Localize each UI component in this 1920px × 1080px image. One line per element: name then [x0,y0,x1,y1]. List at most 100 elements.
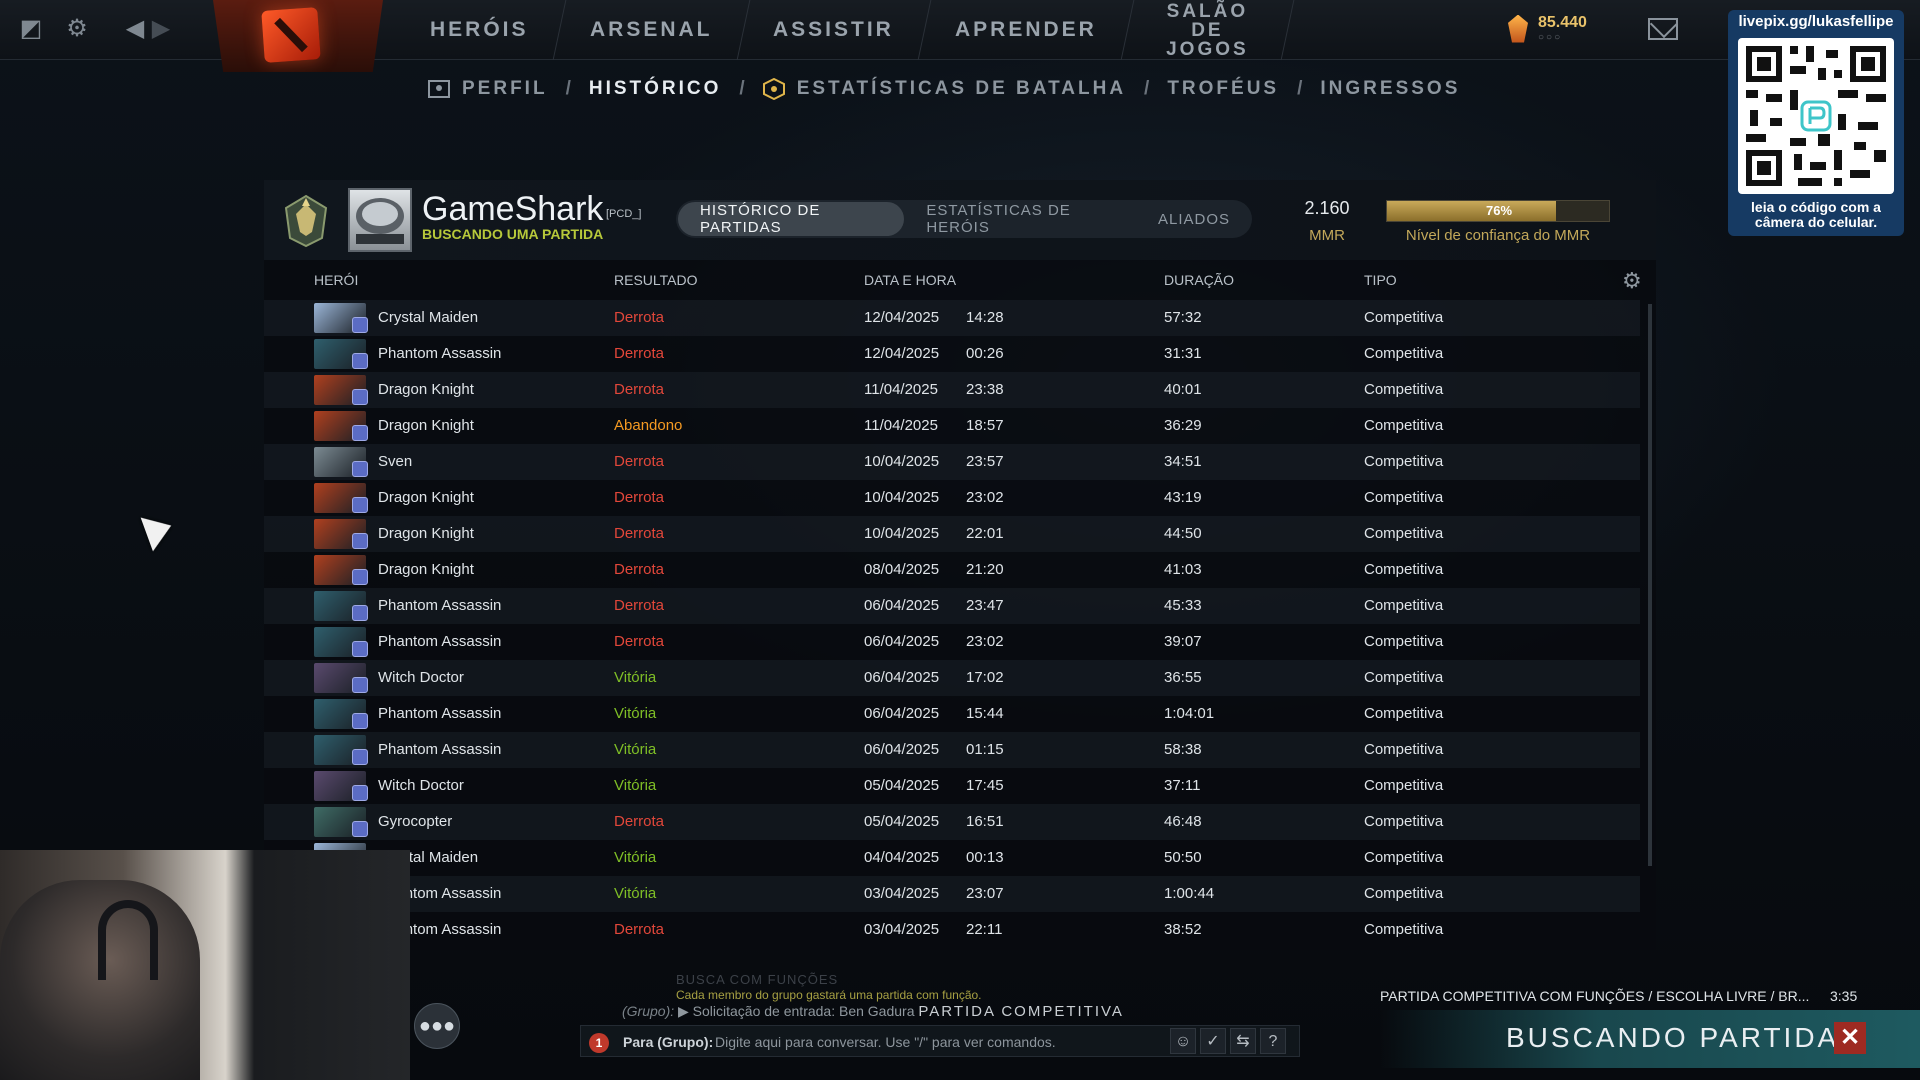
mmr-confidence-label: Nível de confiança do MMR [1405,227,1591,244]
table-row[interactable]: Dragon Knight Derrota 10/04/2025 22:01 44:50… [264,516,1640,552]
nav-aprender[interactable]: APRENDER [918,0,1135,60]
nav-arsenal[interactable]: ARSENAL [553,0,750,60]
table-row[interactable]: Phantom Assassin Derrota 12/04/2025 00:26 31… [264,336,1640,372]
dota-logo-button[interactable] [213,0,383,72]
table-row[interactable]: Dragon Knight Abandono 11/04/2025 18:57 36:2… [264,408,1640,444]
forward-arrow-icon[interactable]: ▶ [146,14,176,44]
hero-name: Phantom Assassin [378,345,502,362]
match-result: Vitória [614,885,657,902]
hero-name: Dragon Knight [378,561,474,578]
col-duracao[interactable]: DURAÇÃO [1164,272,1234,288]
match-type: Competitiva [1364,453,1444,470]
mail-icon[interactable] [1648,18,1678,40]
role-badge-icon [352,317,368,333]
match-date: 08/04/2025 [864,561,940,578]
match-type: Competitiva [1364,921,1444,938]
nav-herois[interactable]: HERÓIS [393,0,566,60]
col-heroi[interactable]: HERÓI [314,272,358,288]
match-time: 16:51 [966,813,1004,830]
tab-aliados[interactable]: ALIADOS [1136,202,1252,236]
table-row[interactable]: Phantom Assassin Vitória 06/04/2025 15:44 1:… [264,696,1640,732]
settings-gear-icon[interactable]: ⚙ [62,14,92,44]
cancel-search-button[interactable]: ✕ [1834,1022,1866,1054]
chatwheel-icon[interactable]: ⇆ [1230,1028,1256,1054]
subnav-perfil[interactable]: PERFIL [462,78,548,100]
player-status: BUSCANDO UMA PARTIDA [422,226,604,242]
table-row[interactable]: Phantom Assassin Vitória 03/04/2025 23:07 1:… [264,876,1640,912]
streamer-webcam [0,850,410,1080]
table-row[interactable]: Crystal Maiden Derrota 12/04/2025 14:28 57:3… [264,300,1640,336]
subnav-trofeus[interactable]: TROFÉUS [1167,78,1279,100]
role-badge-icon [352,677,368,693]
table-settings-gear-icon[interactable]: ⚙ [1622,270,1644,292]
match-time: 17:02 [966,669,1004,686]
avatar[interactable] [348,188,412,252]
table-row[interactable]: Phantom Assassin Derrota 03/04/2025 22:11 38… [264,912,1640,948]
table-row[interactable]: Dragon Knight Derrota 08/04/2025 21:20 41:03… [264,552,1640,588]
match-type: Competitiva [1364,381,1444,398]
profile-card-icon [428,80,450,98]
mmr-confidence-bar: 76% [1386,200,1610,222]
table-row[interactable]: Gyrocopter Derrota 05/04/2025 16:51 46:48 Com… [264,804,1640,840]
match-date: 10/04/2025 [864,453,940,470]
table-row[interactable]: Witch Doctor Vitória 05/04/2025 17:45 37:11 C… [264,768,1640,804]
nav-assistir[interactable]: ASSISTIR [736,0,932,60]
match-result: Derrota [614,345,665,362]
party-button[interactable]: ●●● [414,1003,460,1049]
role-badge-icon [352,425,368,441]
subnav-historico[interactable]: HISTÓRICO [589,78,722,100]
table-row[interactable]: Phantom Assassin Derrota 06/04/2025 23:47 45… [264,588,1640,624]
role-badge-icon [352,389,368,405]
shards-balance[interactable]: 85.440 ○○○ [1508,14,1587,43]
table-row[interactable]: Witch Doctor Vitória 06/04/2025 17:02 36:55 C… [264,660,1640,696]
col-data-e-hora[interactable]: DATA E HORA [864,272,956,288]
table-row[interactable]: Dragon Knight Derrota 10/04/2025 23:02 43:19… [264,480,1640,516]
match-time: 22:11 [966,921,1003,938]
role-badge-icon [352,533,368,549]
col-resultado[interactable]: RESULTADO [614,272,698,288]
match-date: 06/04/2025 [864,669,940,686]
subnav-estatisticas-de-batalha[interactable]: ESTATÍSTICAS DE BATALHA [797,78,1126,100]
match-type: Competitiva [1364,525,1444,542]
match-date: 06/04/2025 [864,633,940,650]
emoji-icon[interactable]: ☺ [1170,1028,1196,1054]
table-row[interactable]: Phantom Assassin Vitória 06/04/2025 01:15 58… [264,732,1640,768]
chat-target[interactable]: Para (Grupo): [623,1034,713,1050]
subnav-separator: / [1144,78,1150,99]
match-time: 23:02 [966,633,1004,650]
dota-plus-icon[interactable]: ◩ [16,14,46,44]
match-duration: 44:50 [1164,525,1202,542]
match-result: Derrota [614,813,665,830]
match-duration: 50:50 [1164,849,1202,866]
mouse-cursor [140,508,178,552]
subnav-ingressos[interactable]: INGRESSOS [1320,78,1460,100]
chat-alert-badge[interactable]: 1 [589,1033,609,1053]
chat-faded-line: BUSCA COM FUNÇÕES [676,972,839,987]
match-duration: 36:29 [1164,417,1202,434]
table-scrollbar[interactable] [1648,304,1652,866]
table-row[interactable]: Sven Derrota 10/04/2025 23:57 34:51 Competiti… [264,444,1640,480]
tab-estatisticas-de-herois[interactable]: ESTATÍSTICAS DE HERÓIS [904,202,1136,236]
table-row[interactable]: Phantom Assassin Derrota 06/04/2025 23:02 39… [264,624,1640,660]
nav-salao-de-jogos[interactable]: SALÃO DE JOGOS [1121,0,1295,60]
match-time: 00:13 [966,849,1004,866]
hero-name: Phantom Assassin [378,705,502,722]
match-time: 01:15 [966,741,1004,758]
role-badge-icon [352,785,368,801]
match-result: Derrota [614,561,665,578]
check-icon[interactable]: ✓ [1200,1028,1226,1054]
mmr-value: 2.160 [1304,198,1350,218]
shards-value: 85.440 [1538,14,1587,31]
table-row[interactable]: Dragon Knight Derrota 11/04/2025 23:38 40:01… [264,372,1640,408]
help-icon[interactable]: ? [1260,1028,1286,1054]
match-duration: 41:03 [1164,561,1202,578]
chat-tools: ☺ ✓ ⇆ ? [1170,1028,1290,1054]
tab-historico-de-partidas[interactable]: HISTÓRICO DE PARTIDAS [678,202,905,236]
chat-group-message: ▶ Solicitação de entrada: Ben Gadura [678,1003,915,1019]
streamer-figure [0,880,200,1080]
col-tipo[interactable]: TIPO [1364,272,1397,288]
match-result: Vitória [614,669,657,686]
match-time: 23:38 [966,381,1004,398]
table-row[interactable]: Crystal Maiden Vitória 04/04/2025 00:13 50:5… [264,840,1640,876]
match-date: 06/04/2025 [864,705,940,722]
